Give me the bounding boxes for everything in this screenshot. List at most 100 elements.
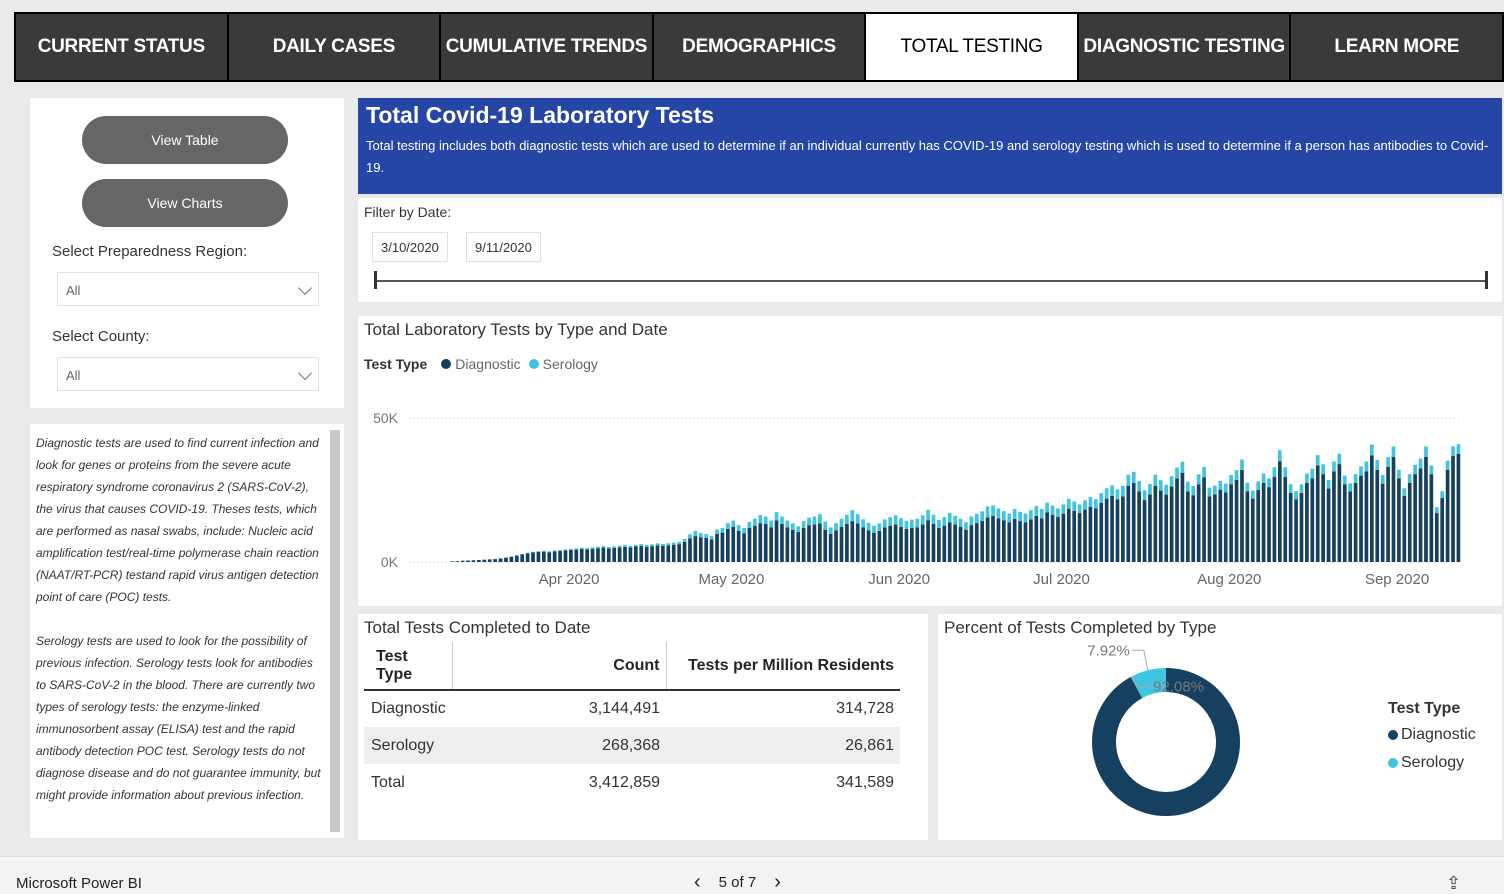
bar-diagnostic[interactable] (1099, 502, 1104, 562)
bar-serology[interactable] (569, 548, 573, 550)
bar-serology[interactable] (1218, 480, 1223, 490)
bar-diagnostic[interactable] (866, 530, 871, 562)
bar-diagnostic[interactable] (1315, 465, 1320, 562)
bar-diagnostic[interactable] (931, 523, 936, 562)
bar-serology[interactable] (628, 545, 633, 548)
bar-serology[interactable] (1256, 481, 1261, 490)
bar-diagnostic[interactable] (1088, 506, 1093, 562)
bar-serology[interactable] (1310, 468, 1315, 479)
bar-diagnostic[interactable] (1353, 482, 1358, 562)
donut-legend-item-diagnostic[interactable]: Diagnostic (1388, 726, 1476, 744)
bar-diagnostic[interactable] (1321, 474, 1325, 562)
bar-serology[interactable] (547, 551, 552, 553)
bar-serology[interactable] (861, 519, 865, 528)
bar-serology[interactable] (644, 545, 649, 547)
bar-serology[interactable] (574, 548, 579, 550)
bar-serology[interactable] (579, 547, 584, 550)
bar-serology[interactable] (1002, 511, 1006, 521)
bar-serology[interactable] (1061, 504, 1066, 514)
bar-serology[interactable] (774, 512, 779, 521)
bar-serology[interactable] (1223, 483, 1228, 493)
bar-diagnostic[interactable] (942, 525, 947, 562)
bar-serology[interactable] (1397, 469, 1401, 479)
bar-serology[interactable] (1066, 498, 1071, 509)
date-slider-end-handle[interactable] (1485, 271, 1488, 289)
bar-diagnostic[interactable] (861, 527, 865, 562)
bar-serology[interactable] (926, 509, 930, 521)
bar-serology[interactable] (1288, 484, 1293, 493)
bar-diagnostic[interactable] (504, 557, 508, 562)
column-header-count[interactable]: Count (452, 642, 667, 691)
bar-diagnostic[interactable] (509, 556, 514, 562)
bar-serology[interactable] (1077, 504, 1082, 514)
bar-diagnostic[interactable] (471, 560, 476, 562)
bar-serology[interactable] (661, 543, 665, 546)
bar-diagnostic[interactable] (1424, 456, 1428, 562)
bar-diagnostic[interactable] (726, 528, 730, 562)
bar-serology[interactable] (1445, 460, 1450, 470)
bar-serology[interactable] (688, 534, 692, 539)
tab-total-testing[interactable]: TOTAL TESTING (866, 14, 1077, 80)
bar-serology[interactable] (958, 518, 963, 527)
bar-diagnostic[interactable] (1250, 498, 1255, 562)
bar-serology[interactable] (769, 520, 773, 528)
view-charts-button[interactable]: View Charts (82, 179, 288, 227)
bar-serology[interactable] (888, 517, 893, 526)
bar-serology[interactable] (828, 527, 833, 534)
bar-serology[interactable] (1359, 466, 1363, 476)
bar-serology[interactable] (531, 551, 535, 553)
bar-diagnostic[interactable] (1413, 474, 1417, 562)
bar-diagnostic[interactable] (769, 527, 773, 562)
bar-diagnostic[interactable] (677, 544, 681, 562)
bar-serology[interactable] (1380, 475, 1385, 484)
bar-diagnostic[interactable] (1278, 461, 1282, 562)
bar-diagnostic[interactable] (704, 537, 709, 562)
bar-diagnostic[interactable] (1039, 518, 1044, 562)
bar-diagnostic[interactable] (1126, 485, 1131, 562)
bar-serology[interactable] (1321, 464, 1325, 475)
bar-diagnostic[interactable] (845, 523, 849, 562)
bar-serology[interactable] (542, 550, 546, 552)
bar-diagnostic[interactable] (558, 551, 562, 562)
bar-serology[interactable] (937, 519, 941, 529)
bar-diagnostic[interactable] (1348, 491, 1353, 562)
bar-serology[interactable] (1250, 490, 1255, 499)
bar-diagnostic[interactable] (812, 524, 817, 562)
bar-serology[interactable] (1348, 483, 1353, 492)
bar-diagnostic[interactable] (958, 526, 963, 562)
bar-diagnostic[interactable] (1029, 519, 1033, 562)
bar-diagnostic[interactable] (910, 528, 914, 562)
bar-serology[interactable] (996, 508, 1001, 519)
bar-serology[interactable] (801, 521, 806, 529)
bar-diagnostic[interactable] (964, 529, 968, 562)
bar-serology[interactable] (709, 536, 714, 540)
bar-diagnostic[interactable] (1121, 496, 1125, 562)
bar-diagnostic[interactable] (996, 518, 1001, 562)
bar-serology[interactable] (747, 521, 752, 529)
bar-diagnostic[interactable] (682, 541, 687, 562)
bar-diagnostic[interactable] (1375, 469, 1380, 562)
bar-serology[interactable] (1413, 464, 1417, 475)
bar-diagnostic[interactable] (1066, 508, 1071, 562)
tab-demographics[interactable]: DEMOGRAPHICS (653, 14, 865, 80)
bar-serology[interactable] (1083, 500, 1087, 510)
bar-serology[interactable] (1142, 490, 1147, 501)
bar-serology[interactable] (1353, 474, 1358, 483)
bar-diagnostic[interactable] (991, 515, 995, 562)
bar-serology[interactable] (693, 530, 698, 537)
bar-diagnostic[interactable] (731, 526, 736, 562)
bar-serology[interactable] (1169, 476, 1174, 487)
bar-serology[interactable] (872, 525, 876, 533)
bar-serology[interactable] (980, 511, 985, 522)
bar-diagnostic[interactable] (1386, 466, 1390, 562)
bar-serology[interactable] (1294, 491, 1298, 500)
bar-serology[interactable] (985, 506, 990, 518)
bar-diagnostic[interactable] (823, 529, 828, 562)
bar-diagnostic[interactable] (742, 533, 746, 562)
bar-diagnostic[interactable] (1326, 488, 1331, 562)
column-header-test-type[interactable]: Test Type (364, 642, 453, 691)
bar-diagnostic[interactable] (720, 532, 725, 562)
bar-serology[interactable] (1088, 496, 1093, 507)
bar-diagnostic[interactable] (980, 521, 985, 562)
bar-diagnostic[interactable] (644, 546, 649, 562)
